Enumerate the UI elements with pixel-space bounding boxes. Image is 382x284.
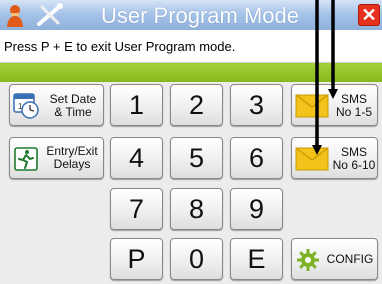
title-bar: User Program Mode ✕ [0,0,382,30]
key-1[interactable]: 1 [110,84,163,126]
sms-1-5-label: SMS No 1-5 [332,93,376,119]
window-title: User Program Mode [100,3,300,28]
key-9[interactable]: 9 [230,188,283,230]
key-5[interactable]: 5 [170,137,223,179]
close-button[interactable]: ✕ [358,4,380,26]
user-tools-icon [6,2,36,33]
key-7[interactable]: 7 [110,188,163,230]
entry-exit-line2: Delays [53,157,91,171]
key-e[interactable]: E [230,238,283,280]
gear-icon [297,249,319,276]
key-8[interactable]: 8 [170,188,223,230]
key-2[interactable]: 2 [170,84,223,126]
close-icon: ✕ [361,5,377,25]
set-date-time-button[interactable]: 1 Set Date & Time [9,84,104,126]
status-bar [0,63,382,82]
sms-1-5-button[interactable]: SMS No 1-5 [291,84,378,126]
sms-6-10-button[interactable]: SMS No 6-10 [291,137,378,179]
calendar-clock-icon: 1 [13,92,41,125]
key-3[interactable]: 3 [230,84,283,126]
set-date-label: Set Date & Time [44,93,102,119]
sms-1-5-line2: No 1-5 [335,105,373,119]
sms-6-10-line2: No 6-10 [332,158,376,172]
instruction-text: Press P + E to exit User Program mode. [4,39,236,54]
sms-6-10-label: SMS No 6-10 [332,146,376,172]
key-p[interactable]: P [110,238,163,280]
key-6[interactable]: 6 [230,137,283,179]
key-4[interactable]: 4 [110,137,163,179]
set-date-line2: & Time [54,105,92,119]
entry-exit-delays-button[interactable]: Entry/Exit Delays [9,137,104,179]
wrench-icon [36,3,64,32]
key-0[interactable]: 0 [170,238,223,280]
config-button[interactable]: CONFIG [291,238,378,280]
config-label: CONFIG [326,252,374,266]
envelope-icon [295,147,329,176]
message-bar: Press P + E to exit User Program mode. [0,30,382,63]
entry-exit-label: Entry/Exit Delays [42,145,102,171]
envelope-icon [295,94,329,123]
running-exit-icon [14,147,38,176]
